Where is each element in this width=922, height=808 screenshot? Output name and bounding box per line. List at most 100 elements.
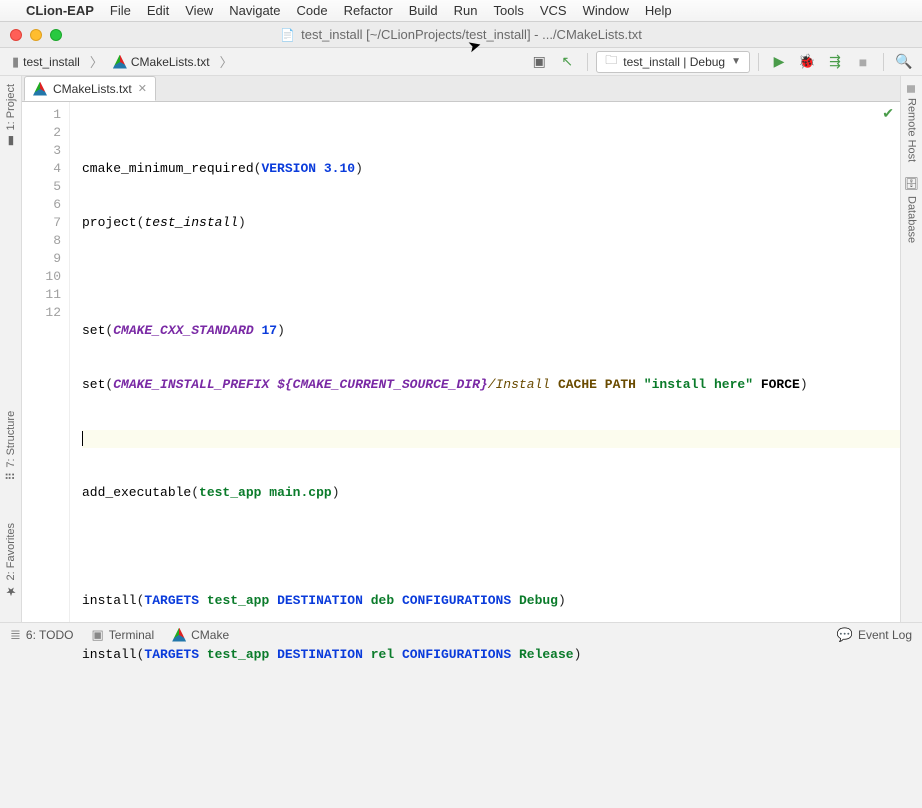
tool-remote-host[interactable]: ≣ Remote Host — [905, 84, 919, 162]
line-number: 11 — [22, 286, 61, 304]
menu-build[interactable]: Build — [409, 3, 438, 18]
menu-refactor[interactable]: Refactor — [344, 3, 393, 18]
divider — [758, 53, 759, 71]
window-close-button[interactable] — [10, 29, 22, 41]
menu-edit[interactable]: Edit — [147, 3, 169, 18]
editor-tabs: CMakeLists.txt ✕ — [22, 76, 900, 102]
menu-file[interactable]: File — [110, 3, 131, 18]
breadcrumb-project-label: test_install — [23, 55, 80, 69]
breadcrumb-file[interactable]: CMakeLists.txt — [107, 53, 216, 71]
line-number: 9 — [22, 250, 61, 268]
line-number: 7 — [22, 214, 61, 232]
database-icon: 🗄 — [905, 176, 919, 191]
line-number: 5 — [22, 178, 61, 196]
window-controls — [0, 29, 62, 41]
window-maximize-button[interactable] — [50, 29, 62, 41]
search-everywhere-button[interactable]: 🔍 — [892, 51, 916, 73]
run-button[interactable]: ▶ — [767, 51, 791, 73]
window-title-text: test_install [~/CLionProjects/test_insta… — [301, 27, 642, 42]
tool-database[interactable]: 🗄 Database — [905, 176, 919, 242]
line-number: 6 — [22, 196, 61, 214]
star-icon: ★ — [4, 584, 18, 598]
hammer-icon[interactable]: ↖ — [555, 51, 579, 73]
menu-vcs[interactable]: VCS — [540, 3, 567, 18]
menu-run[interactable]: Run — [454, 3, 478, 18]
line-number: 1 — [22, 106, 61, 124]
breadcrumb-separator: 〉 — [90, 52, 103, 71]
tool-database-label: Database — [906, 196, 918, 243]
menu-help[interactable]: Help — [645, 3, 672, 18]
window-minimize-button[interactable] — [30, 29, 42, 41]
divider — [587, 53, 588, 71]
code-line: install(TARGETS test_app DESTINATION deb… — [82, 592, 900, 610]
code-line — [82, 754, 900, 772]
file-icon: 📄 — [280, 28, 295, 42]
config-folder-icon: 🗀 — [605, 51, 617, 72]
navigation-toolbar: ▮ test_install 〉 CMakeLists.txt 〉 ▣ ↖ 🗀 … — [0, 48, 922, 76]
line-number: 3 — [22, 142, 61, 160]
code-line — [82, 430, 900, 448]
remote-icon: ≣ — [905, 84, 919, 94]
gutter-line-numbers: 1 2 3 4 5 6 7 8 9 10 11 12 — [22, 102, 70, 622]
tool-structure-label: 7: Structure — [5, 411, 17, 468]
tool-favorites-label: 2: Favorites — [5, 523, 17, 580]
tool-favorites[interactable]: ★ 2: Favorites — [4, 523, 18, 598]
menu-view[interactable]: View — [185, 3, 213, 18]
app-name[interactable]: CLion-EAP — [26, 3, 94, 18]
tool-structure[interactable]: ⠿ 7: Structure — [4, 411, 18, 481]
menu-navigate[interactable]: Navigate — [229, 3, 280, 18]
cmake-icon — [113, 55, 127, 69]
code-line — [82, 268, 900, 286]
run-configuration-selector[interactable]: 🗀 test_install | Debug ▼ — [596, 51, 750, 73]
code-line — [82, 700, 900, 718]
tab-label: CMakeLists.txt — [53, 82, 132, 96]
tool-remote-label: Remote Host — [906, 98, 918, 162]
tool-todo-label: 6: TODO — [26, 628, 74, 642]
breadcrumb-project[interactable]: ▮ test_install — [6, 52, 86, 72]
run-config-label: test_install | Debug — [623, 55, 725, 69]
tool-project-label: 1: Project — [5, 84, 17, 130]
folder-icon: ▮ — [4, 134, 18, 148]
code-area[interactable]: ✔ cmake_minimum_required(VERSION 3.10) p… — [70, 102, 900, 622]
code-line: install(TARGETS test_app DESTINATION rel… — [82, 646, 900, 664]
stop-button[interactable]: ■ — [851, 51, 875, 73]
divider — [883, 53, 884, 71]
menu-window[interactable]: Window — [583, 3, 629, 18]
code-line: add_executable(test_app main.cpp) — [82, 484, 900, 502]
tool-project[interactable]: ▮ 1: Project — [4, 84, 18, 148]
os-menubar: CLion-EAP File Edit View Navigate Code R… — [0, 0, 922, 22]
line-number: 10 — [22, 268, 61, 286]
folder-icon: ▮ — [12, 54, 19, 70]
code-line — [82, 538, 900, 556]
right-tool-stripe: ≣ Remote Host 🗄 Database — [900, 76, 922, 622]
window-titlebar: 📄 test_install [~/CLionProjects/test_ins… — [0, 22, 922, 48]
close-icon[interactable]: ✕ — [138, 82, 147, 95]
text-caret — [82, 431, 83, 446]
editor[interactable]: 1 2 3 4 5 6 7 8 9 10 11 12 ✔ cmake_minim… — [22, 102, 900, 622]
chevron-down-icon: ▼ — [731, 56, 741, 67]
breadcrumb-separator: 〉 — [220, 52, 233, 71]
debug-button[interactable]: 🐞 — [795, 51, 819, 73]
code-line: set(CMAKE_INSTALL_PREFIX ${CMAKE_CURRENT… — [82, 376, 900, 394]
main-area: ▮ 1: Project ⠿ 7: Structure ★ 2: Favorit… — [0, 76, 922, 622]
list-icon: ≣ — [10, 627, 21, 643]
build-button[interactable]: ▣ — [527, 51, 551, 73]
line-number: 8 — [22, 232, 61, 250]
code-line: project(test_install) — [82, 214, 900, 232]
line-number: 12 — [22, 304, 61, 322]
menu-code[interactable]: Code — [297, 3, 328, 18]
left-tool-stripe: ▮ 1: Project ⠿ 7: Structure ★ 2: Favorit… — [0, 76, 22, 622]
inspection-ok-icon[interactable]: ✔ — [882, 106, 894, 124]
line-number: 4 — [22, 160, 61, 178]
tool-todo[interactable]: ≣ 6: TODO — [10, 627, 73, 643]
structure-icon: ⠿ — [4, 472, 18, 481]
line-number: 2 — [22, 124, 61, 142]
editor-area: CMakeLists.txt ✕ 1 2 3 4 5 6 7 8 9 10 11… — [22, 76, 900, 622]
editor-tab-cmakelists[interactable]: CMakeLists.txt ✕ — [24, 76, 156, 101]
cmake-icon — [33, 82, 47, 96]
window-title: 📄 test_install [~/CLionProjects/test_ins… — [0, 27, 922, 42]
menu-tools[interactable]: Tools — [494, 3, 524, 18]
code-line: set(CMAKE_CXX_STANDARD 17) — [82, 322, 900, 340]
run-with-coverage-button[interactable]: ⇶ — [823, 51, 847, 73]
breadcrumb-file-label: CMakeLists.txt — [131, 55, 210, 69]
